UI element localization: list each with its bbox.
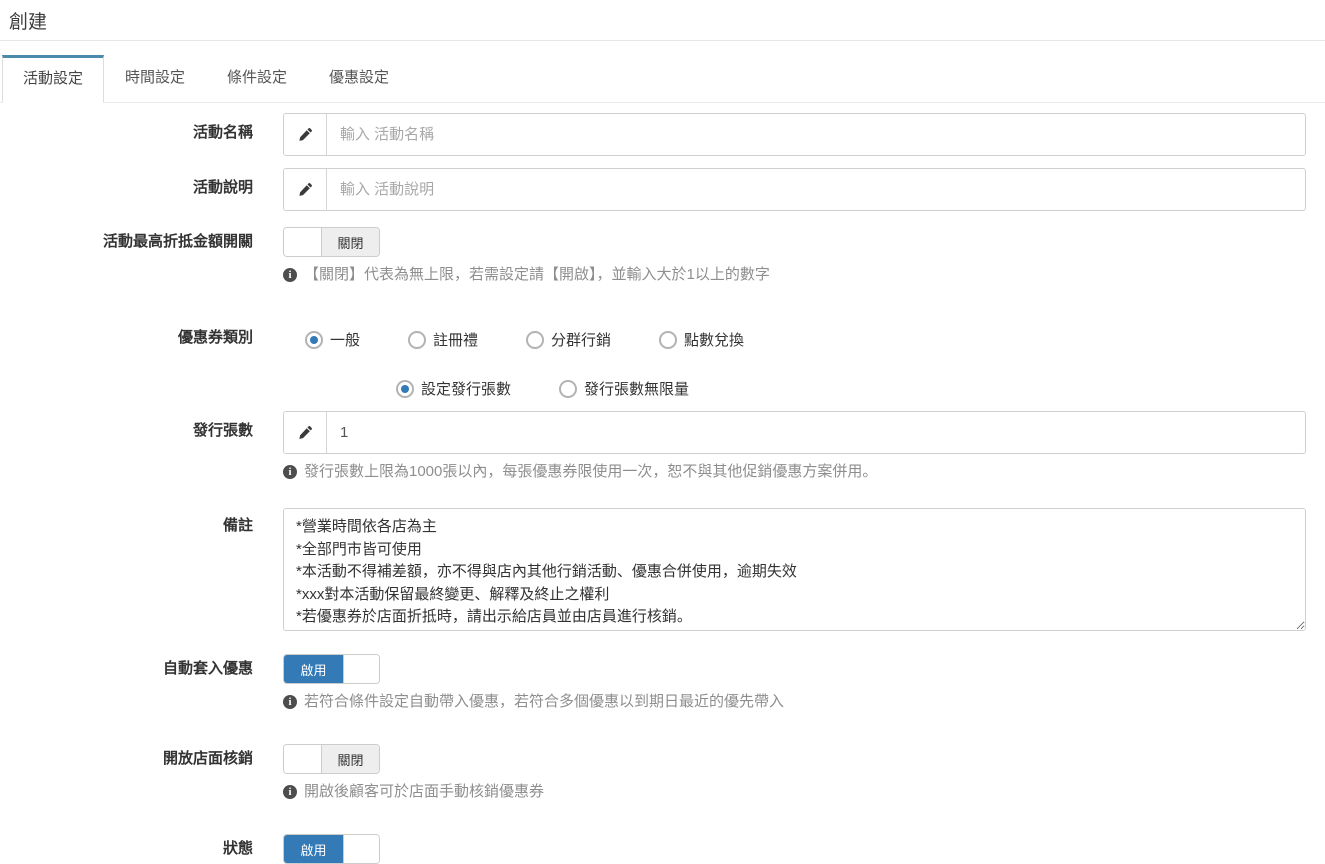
hint-text: 若符合條件設定自動帶入優惠，若符合多個優惠以到期日最近的優先帶入 — [304, 692, 784, 712]
hint-text: 開啟後顧客可於店面手動核銷優惠券 — [304, 782, 544, 802]
auto-apply-toggle[interactable]: 啟用 — [283, 654, 380, 684]
page-header: 創建 — [0, 0, 1325, 41]
tab-bar: 活動設定 時間設定 條件設定 優惠設定 — [0, 55, 1325, 103]
activity-name-input-group — [283, 113, 1306, 156]
radio-label: 分群行銷 — [551, 329, 611, 350]
pencil-icon — [284, 114, 327, 155]
radio-option-general[interactable]: 一般 — [305, 329, 360, 350]
field-label: 發行張數 — [0, 411, 253, 441]
field-hint: i 發行張數上限為1000張以內，每張優惠券限使用一次，恕不與其他促銷優惠方案併… — [283, 462, 1306, 482]
issue-mode-options: 設定發行張數 發行張數無限量 — [283, 376, 1306, 399]
form-row: 開放店面核銷 關閉 i 開啟後顧客可於店面手動核銷優惠券 — [0, 744, 1325, 802]
issue-count-input[interactable] — [327, 412, 1305, 453]
form-row: 自動套入優惠 啟用 i 若符合條件設定自動帶入優惠，若符合多個優惠以到期日最近的… — [0, 654, 1325, 712]
radio-label: 發行張數無限量 — [584, 378, 689, 399]
info-icon: i — [283, 695, 297, 709]
issue-count-input-group — [283, 411, 1306, 454]
activity-settings-form: 活動名稱 活動說明 活動最高折抵金額開關 — [0, 103, 1325, 864]
form-row: 狀態 啟用 — [0, 834, 1325, 864]
field-label: 狀態 — [0, 834, 253, 859]
remarks-textarea[interactable]: *營業時間依各店為主 *全部門市皆可使用 *本活動不得補差額，亦不得與店內其他行… — [283, 508, 1306, 631]
coupon-category-options: 一般 註冊禮 分群行銷 點數兌換 — [283, 327, 1306, 350]
pencil-icon — [284, 169, 327, 210]
form-row: 活動最高折抵金額開關 關閉 i 【關閉】代表為無上限，若需設定請【開啟】，並輸入… — [0, 227, 1325, 285]
radio-icon — [559, 380, 577, 398]
pencil-icon — [284, 412, 327, 453]
toggle-state-label: 關閉 — [322, 228, 379, 256]
radio-icon — [396, 380, 414, 398]
field-label: 自動套入優惠 — [0, 654, 253, 679]
field-label: 活動最高折抵金額開關 — [0, 227, 253, 252]
radio-option-unlimited-issue[interactable]: 發行張數無限量 — [559, 378, 689, 399]
field-label: 活動名稱 — [0, 113, 253, 143]
field-label: 備註 — [0, 508, 253, 536]
toggle-knob — [284, 228, 322, 256]
radio-option-points-exchange[interactable]: 點數兌換 — [659, 329, 744, 350]
tab-discount-settings[interactable]: 優惠設定 — [308, 55, 410, 102]
field-label: 活動說明 — [0, 168, 253, 198]
form-row: 備註 *營業時間依各店為主 *全部門市皆可使用 *本活動不得補差額，亦不得與店內… — [0, 508, 1325, 636]
store-redeem-toggle[interactable]: 關閉 — [283, 744, 380, 774]
form-row: 優惠券類別 一般 註冊禮 分群行銷 點數兌換 — [0, 327, 1325, 399]
toggle-state-label: 啟用 — [284, 835, 343, 863]
hint-text: 發行張數上限為1000張以內，每張優惠券限使用一次，恕不與其他促銷優惠方案併用。 — [304, 462, 877, 482]
radio-option-set-issue-count[interactable]: 設定發行張數 — [396, 378, 511, 399]
radio-label: 點數兌換 — [684, 329, 744, 350]
field-label: 優惠券類別 — [0, 327, 253, 348]
field-label: 開放店面核銷 — [0, 744, 253, 769]
max-discount-toggle[interactable]: 關閉 — [283, 227, 380, 257]
radio-icon — [659, 331, 677, 349]
info-icon: i — [283, 465, 297, 479]
field-hint: i 開啟後顧客可於店面手動核銷優惠券 — [283, 782, 1306, 802]
info-icon: i — [283, 785, 297, 799]
toggle-knob — [284, 745, 322, 773]
toggle-knob — [343, 655, 379, 683]
hint-text: 【關閉】代表為無上限，若需設定請【開啟】，並輸入大於1以上的數字 — [304, 265, 770, 285]
tab-time-settings[interactable]: 時間設定 — [104, 55, 206, 102]
radio-icon — [526, 331, 544, 349]
radio-label: 一般 — [330, 329, 360, 350]
radio-label: 註冊禮 — [433, 329, 478, 350]
info-icon: i — [283, 268, 297, 282]
form-row: 活動名稱 — [0, 113, 1325, 156]
radio-option-register-gift[interactable]: 註冊禮 — [408, 329, 478, 350]
field-hint: i 若符合條件設定自動帶入優惠，若符合多個優惠以到期日最近的優先帶入 — [283, 692, 1306, 712]
activity-name-input[interactable] — [327, 114, 1305, 155]
radio-icon — [408, 331, 426, 349]
toggle-knob — [343, 835, 379, 863]
radio-icon — [305, 331, 323, 349]
radio-label: 設定發行張數 — [421, 378, 511, 399]
form-row: 發行張數 i 發行張數上限為1000張以內，每張優惠券限使用一次，恕不與其他促銷… — [0, 411, 1325, 482]
status-toggle[interactable]: 啟用 — [283, 834, 380, 864]
toggle-state-label: 啟用 — [284, 655, 343, 683]
page-title: 創建 — [9, 7, 1315, 34]
activity-desc-input[interactable] — [327, 169, 1305, 210]
radio-option-segment-marketing[interactable]: 分群行銷 — [526, 329, 611, 350]
field-hint: i 【關閉】代表為無上限，若需設定請【開啟】，並輸入大於1以上的數字 — [283, 265, 1306, 285]
tab-activity-settings[interactable]: 活動設定 — [2, 55, 104, 103]
toggle-state-label: 關閉 — [322, 745, 379, 773]
activity-desc-input-group — [283, 168, 1306, 211]
form-row: 活動說明 — [0, 168, 1325, 211]
tab-condition-settings[interactable]: 條件設定 — [206, 55, 308, 102]
